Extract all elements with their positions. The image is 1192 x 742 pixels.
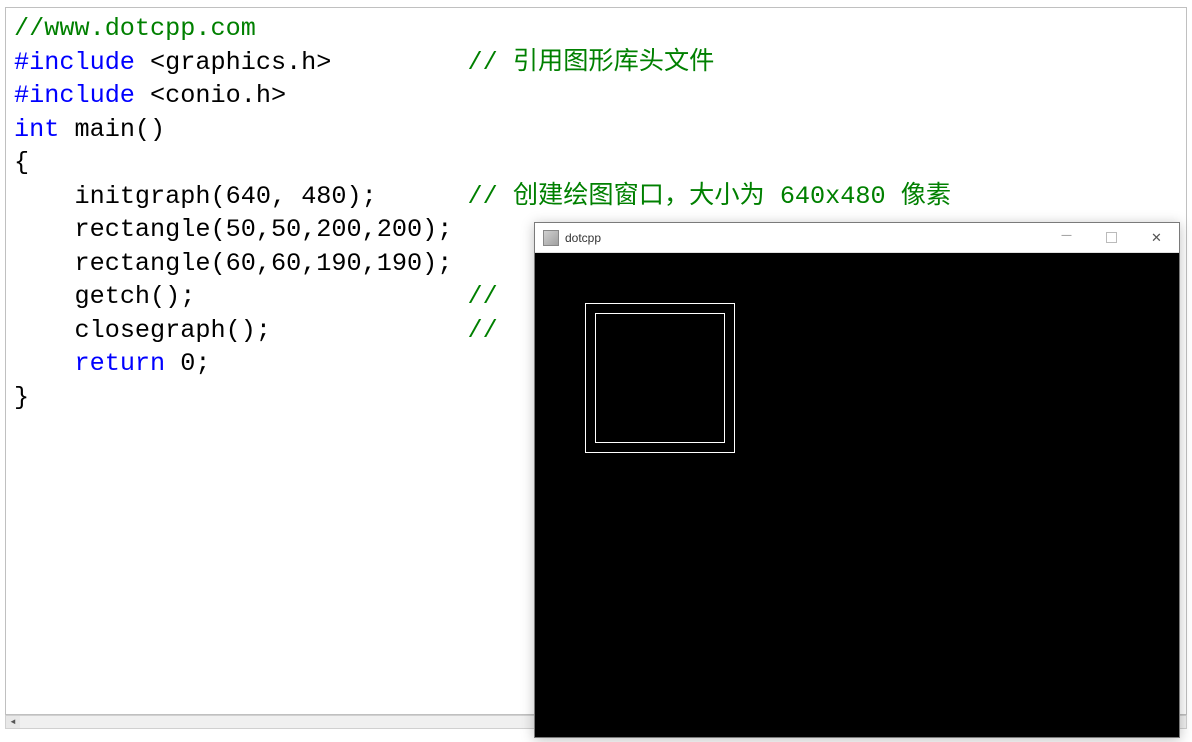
minimize-button[interactable] bbox=[1044, 223, 1089, 252]
window-title-group: dotcpp bbox=[543, 230, 601, 246]
code-comment: // bbox=[467, 282, 497, 311]
code-call: getch(); bbox=[74, 282, 195, 311]
window-app-icon bbox=[543, 230, 559, 246]
code-comment: //www.dotcpp.com bbox=[14, 14, 256, 43]
code-brace: { bbox=[14, 148, 29, 177]
maximize-button[interactable] bbox=[1089, 223, 1134, 252]
code-call: rectangle(50,50,200,200); bbox=[74, 215, 452, 244]
window-buttons bbox=[1044, 223, 1179, 252]
window-title: dotcpp bbox=[565, 231, 601, 245]
close-button[interactable] bbox=[1134, 223, 1179, 252]
code-call: initgraph(640, 480); bbox=[74, 182, 376, 211]
code-preprocessor: #include bbox=[14, 48, 135, 77]
code-call: closegraph(); bbox=[74, 316, 271, 345]
graphics-output-window[interactable]: dotcpp bbox=[534, 222, 1180, 738]
code-text: 0; bbox=[165, 349, 210, 378]
scroll-left-arrow-icon[interactable]: ◄ bbox=[6, 716, 20, 728]
graphics-canvas bbox=[535, 253, 1179, 737]
code-call: rectangle(60,60,190,190); bbox=[74, 249, 452, 278]
window-titlebar[interactable]: dotcpp bbox=[535, 223, 1179, 253]
code-comment: // 引用图形库头文件 bbox=[467, 48, 714, 77]
code-keyword: int bbox=[14, 115, 59, 144]
code-text: <graphics.h> bbox=[135, 48, 332, 77]
rectangle-inner bbox=[595, 313, 725, 443]
code-comment: // 创建绘图窗口，大小为 640x480 像素 bbox=[467, 182, 951, 211]
code-preprocessor: #include bbox=[14, 81, 135, 110]
code-text: <conio.h> bbox=[135, 81, 286, 110]
code-brace: } bbox=[14, 383, 29, 412]
code-keyword: return bbox=[74, 349, 165, 378]
code-comment: // bbox=[467, 316, 497, 345]
code-text: main() bbox=[59, 115, 165, 144]
